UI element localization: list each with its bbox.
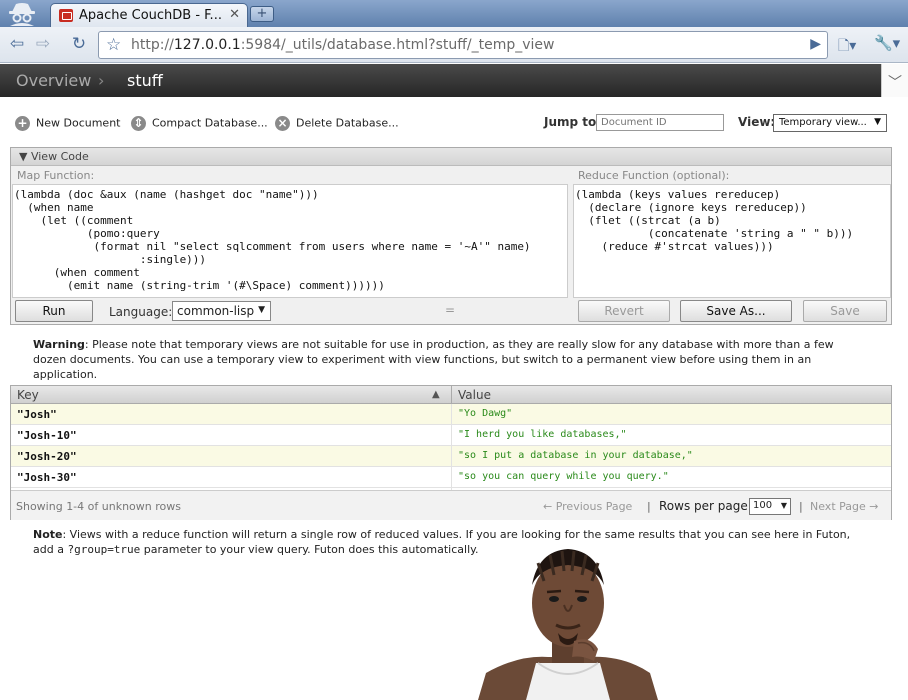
dropdown-arrow-icon: ▼	[874, 117, 881, 127]
reduce-note: Note: Views with a reduce function will …	[33, 528, 851, 556]
browser-tab-active[interactable]: Apache CouchDB - F... ✕	[50, 3, 248, 27]
pager-separator: |	[647, 500, 651, 513]
chevron-down-icon: ﹀	[888, 75, 902, 91]
star-icon[interactable]: ☆	[106, 35, 121, 55]
results-table: Key ▲ Value "Josh" "Yo Dawg" "Josh-10" "…	[10, 385, 892, 520]
rows-per-page-select[interactable]: 100 ▼	[749, 498, 791, 515]
wrench-icon[interactable]: 🔧▾	[874, 34, 900, 52]
breadcrumb-overview[interactable]: Overview	[16, 71, 91, 90]
row-key[interactable]: "Josh-10"	[17, 429, 77, 442]
language-select[interactable]: common-lisp ▼	[172, 301, 271, 321]
new-tab-button[interactable]: +	[250, 6, 274, 22]
page-menu-icon[interactable]: 🗋▾	[838, 35, 856, 59]
tab-close-icon[interactable]: ✕	[229, 7, 240, 22]
url-text[interactable]: http://127.0.0.1:5984/_utils/database.ht…	[131, 37, 554, 53]
row-count-text: Showing 1-4 of unknown rows	[16, 500, 181, 513]
row-value: "so I put a database in your database,"	[458, 450, 693, 461]
view-select[interactable]: Temporary view... ▼	[773, 114, 887, 132]
pager-separator: |	[799, 500, 803, 513]
language-label: Language:	[109, 305, 173, 319]
back-arrow-icon[interactable]: ⇦	[4, 33, 30, 57]
play-icon[interactable]: ▶	[810, 36, 821, 52]
compact-database-button[interactable]: ⇕ Compact Database...	[131, 116, 268, 134]
next-page-link[interactable]: Next Page →	[810, 500, 878, 513]
reduce-function-editor[interactable]: (lambda (keys values rereducep) (declare…	[573, 184, 891, 298]
column-divider	[451, 386, 452, 404]
row-value: "so you can query while you query."	[458, 471, 669, 482]
row-key[interactable]: "Josh-30"	[17, 471, 77, 484]
reduce-function-label: Reduce Function (optional):	[578, 169, 730, 182]
browser-tabstrip: Apache CouchDB - F... ✕ +	[0, 0, 908, 27]
couchdb-favicon-icon	[59, 9, 73, 22]
delete-icon: ×	[275, 116, 290, 131]
view-code-panel: ▼ View Code Map Function: Reduce Functio…	[10, 147, 892, 325]
row-key[interactable]: "Josh"	[17, 408, 57, 421]
dropdown-arrow-icon: ▼	[258, 305, 265, 315]
sidebar-toggle[interactable]: ﹀	[881, 64, 908, 97]
dropdown-arrow-icon: ▼	[780, 501, 787, 510]
view-code-header[interactable]: ▼ View Code	[11, 148, 891, 166]
previous-page-link[interactable]: ← Previous Page	[543, 500, 632, 513]
breadcrumb-database: stuff	[127, 71, 163, 90]
rows-per-page-label: Rows per page:	[659, 499, 752, 513]
reload-icon[interactable]: ↻	[66, 33, 92, 57]
revert-button[interactable]: Revert	[578, 300, 670, 322]
save-button[interactable]: Save	[803, 300, 887, 322]
plus-circle-icon: +	[15, 116, 30, 131]
incognito-spy-icon	[9, 3, 35, 26]
browser-toolbar: ⇦ ⇨ ↻ ☆ http://127.0.0.1:5984/_utils/dat…	[0, 27, 908, 63]
row-value: "Yo Dawg"	[458, 408, 513, 419]
jump-to-label: Jump to:	[544, 115, 602, 129]
futon-breadcrumb-bar: Overview › stuff	[0, 64, 881, 97]
map-function-label: Map Function:	[17, 169, 95, 182]
address-bar[interactable]: ☆ http://127.0.0.1:5984/_utils/database.…	[98, 31, 828, 59]
temporary-view-warning: Warning: Please note that temporary view…	[33, 338, 834, 381]
run-button[interactable]: Run	[15, 300, 93, 322]
resize-grip[interactable]: =	[445, 303, 455, 317]
compact-icon: ⇕	[131, 116, 146, 131]
view-label: View:	[738, 115, 776, 129]
key-column-header[interactable]: Key	[17, 388, 39, 402]
breadcrumb-separator: ›	[98, 71, 105, 90]
map-function-editor[interactable]: (lambda (doc &aux (name (hashget doc "na…	[12, 184, 568, 298]
delete-database-button[interactable]: × Delete Database...	[275, 116, 399, 134]
column-divider	[451, 404, 452, 490]
table-footer: Showing 1-4 of unknown rows ← Previous P…	[11, 490, 891, 520]
meme-photo	[478, 545, 658, 700]
table-header: Key ▲ Value	[11, 386, 891, 404]
value-column-header: Value	[458, 388, 491, 402]
row-key[interactable]: "Josh-20"	[17, 450, 77, 463]
new-document-button[interactable]: + New Document	[15, 116, 120, 134]
jump-to-input[interactable]	[596, 114, 724, 131]
row-value: "I herd you like databases,"	[458, 429, 627, 440]
forward-arrow-icon[interactable]: ⇨	[30, 33, 56, 57]
tab-title: Apache CouchDB - F...	[79, 8, 222, 23]
collapse-triangle-icon: ▼	[19, 150, 28, 163]
save-as-button[interactable]: Save As...	[680, 300, 792, 322]
sort-ascending-icon[interactable]: ▲	[432, 389, 440, 400]
